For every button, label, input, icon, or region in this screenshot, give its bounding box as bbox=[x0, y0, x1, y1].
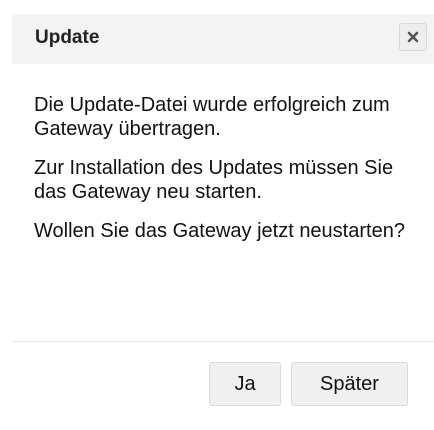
dialog-body: Die Update-Datei wurde erfolgreich zum G… bbox=[34, 93, 424, 258]
yes-button[interactable]: Ja bbox=[209, 362, 281, 406]
message-paragraph: Zur Installation des Updates müssen Sie … bbox=[34, 157, 394, 203]
close-button[interactable] bbox=[399, 23, 427, 51]
close-icon bbox=[407, 31, 419, 43]
dialog-title-bar: Update bbox=[12, 14, 434, 64]
later-button[interactable]: Später bbox=[291, 362, 408, 406]
message-paragraph: Die Update-Datei wurde erfolgreich zum G… bbox=[34, 94, 390, 140]
dialog-title: Update bbox=[35, 27, 100, 48]
message-paragraph: Wollen Sie das Gateway jetzt neustarten? bbox=[34, 220, 405, 242]
footer-separator bbox=[12, 341, 434, 342]
update-dialog: Update Die Update-Datei wurde erfolgreic… bbox=[0, 0, 434, 430]
